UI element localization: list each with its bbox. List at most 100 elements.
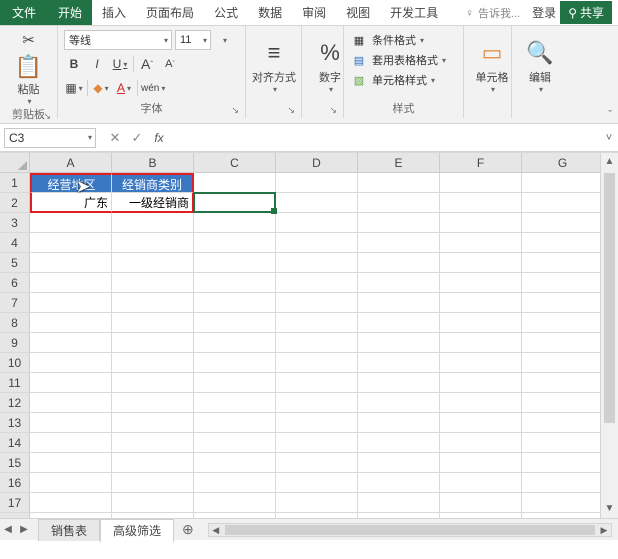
select-all-corner[interactable] <box>0 153 30 173</box>
underline-button[interactable]: U <box>110 54 130 74</box>
row-header[interactable]: 12 <box>0 393 30 413</box>
cell-E14[interactable] <box>358 433 440 453</box>
cell-C15[interactable] <box>194 453 276 473</box>
cell-C1[interactable] <box>194 173 276 193</box>
collapse-ribbon-icon[interactable]: ˇ <box>608 109 612 121</box>
cell-A16[interactable] <box>30 473 112 493</box>
cell-F12[interactable] <box>440 393 522 413</box>
formula-input[interactable] <box>170 128 600 148</box>
cell-E10[interactable] <box>358 353 440 373</box>
cell-D7[interactable] <box>276 293 358 313</box>
cell-D12[interactable] <box>276 393 358 413</box>
cell-D1[interactable] <box>276 173 358 193</box>
cell-E2[interactable] <box>358 193 440 213</box>
sheet-nav-next-icon[interactable]: ▶ <box>16 524 32 535</box>
cell-A17[interactable] <box>30 493 112 513</box>
cell-D15[interactable] <box>276 453 358 473</box>
cell-D3[interactable] <box>276 213 358 233</box>
cell-C16[interactable] <box>194 473 276 493</box>
hscroll-thumb[interactable] <box>225 525 595 535</box>
cell-G7[interactable] <box>522 293 604 313</box>
tell-me-input[interactable]: 告诉我... <box>478 5 520 21</box>
font-color-button[interactable]: A <box>114 78 134 98</box>
cell-D9[interactable] <box>276 333 358 353</box>
column-header[interactable]: D <box>276 153 358 173</box>
add-sheet-button[interactable]: ⊕ <box>174 521 202 538</box>
vscroll-thumb[interactable] <box>604 173 615 423</box>
cell-D17[interactable] <box>276 493 358 513</box>
cell-D4[interactable] <box>276 233 358 253</box>
cell-F1[interactable] <box>440 173 522 193</box>
cell-F13[interactable] <box>440 413 522 433</box>
cell-E9[interactable] <box>358 333 440 353</box>
cancel-formula-icon[interactable]: ✕ <box>104 130 126 146</box>
cell-E15[interactable] <box>358 453 440 473</box>
cell-B10[interactable] <box>112 353 194 373</box>
cell-G6[interactable] <box>522 273 604 293</box>
tab-view[interactable]: 视图 <box>336 0 380 25</box>
cell-E11[interactable] <box>358 373 440 393</box>
cell-A2[interactable]: 广东 <box>30 193 112 213</box>
cell-B12[interactable] <box>112 393 194 413</box>
vertical-scrollbar[interactable]: ▲ ▼ <box>600 153 618 518</box>
cell-E18[interactable] <box>358 513 440 518</box>
row-header[interactable]: 11 <box>0 373 30 393</box>
cell-B1[interactable]: 经销商类别 <box>112 173 194 193</box>
cell-E1[interactable] <box>358 173 440 193</box>
tab-insert[interactable]: 插入 <box>92 0 136 25</box>
cell-F11[interactable] <box>440 373 522 393</box>
cell-D11[interactable] <box>276 373 358 393</box>
cell-G14[interactable] <box>522 433 604 453</box>
cell-F18[interactable] <box>440 513 522 518</box>
cell-styles-button[interactable]: ▧ 单元格样式 ▾ <box>350 70 457 90</box>
fill-color-button[interactable]: ◆ <box>91 78 111 98</box>
font-size-step-button[interactable] <box>214 30 234 50</box>
cell-E7[interactable] <box>358 293 440 313</box>
cell-C6[interactable] <box>194 273 276 293</box>
cell-G4[interactable] <box>522 233 604 253</box>
cell-G1[interactable] <box>522 173 604 193</box>
row-header[interactable]: 13 <box>0 413 30 433</box>
row-header[interactable]: 15 <box>0 453 30 473</box>
cell-B4[interactable] <box>112 233 194 253</box>
cell-E12[interactable] <box>358 393 440 413</box>
cell-A8[interactable] <box>30 313 112 333</box>
cell-E13[interactable] <box>358 413 440 433</box>
cell-G5[interactable] <box>522 253 604 273</box>
font-size-select[interactable]: 11 <box>175 30 211 50</box>
scroll-left-icon[interactable]: ◀ <box>209 524 223 536</box>
cell-A14[interactable] <box>30 433 112 453</box>
alignment-button[interactable]: ≡ 对齐方式 <box>252 30 296 100</box>
conditional-format-button[interactable]: ▦ 条件格式 ▾ <box>350 30 457 50</box>
cell-F3[interactable] <box>440 213 522 233</box>
cell-C14[interactable] <box>194 433 276 453</box>
cell-G17[interactable] <box>522 493 604 513</box>
cell-F14[interactable] <box>440 433 522 453</box>
cell-F9[interactable] <box>440 333 522 353</box>
column-header[interactable]: E <box>358 153 440 173</box>
cell-C11[interactable] <box>194 373 276 393</box>
cell-A9[interactable] <box>30 333 112 353</box>
column-header[interactable]: G <box>522 153 604 173</box>
cell-A6[interactable] <box>30 273 112 293</box>
cell-E8[interactable] <box>358 313 440 333</box>
cell-F10[interactable] <box>440 353 522 373</box>
cell-F17[interactable] <box>440 493 522 513</box>
row-header[interactable]: 17 <box>0 493 30 513</box>
cell-B15[interactable] <box>112 453 194 473</box>
tab-developer[interactable]: 开发工具 <box>380 0 448 25</box>
cell-F16[interactable] <box>440 473 522 493</box>
cell-B6[interactable] <box>112 273 194 293</box>
cell-D13[interactable] <box>276 413 358 433</box>
cell-F15[interactable] <box>440 453 522 473</box>
sheet-tab-sales[interactable]: 销售表 <box>38 519 100 541</box>
cell-D5[interactable] <box>276 253 358 273</box>
scroll-up-icon[interactable]: ▲ <box>601 153 618 171</box>
cell-G2[interactable] <box>522 193 604 213</box>
scroll-down-icon[interactable]: ▼ <box>601 500 618 518</box>
row-header[interactable]: 9 <box>0 333 30 353</box>
editing-button[interactable]: 🔍 编辑 <box>518 30 562 100</box>
dialog-launcher-icon[interactable]: ↘ <box>43 111 51 122</box>
cell-A13[interactable] <box>30 413 112 433</box>
cell-C4[interactable] <box>194 233 276 253</box>
